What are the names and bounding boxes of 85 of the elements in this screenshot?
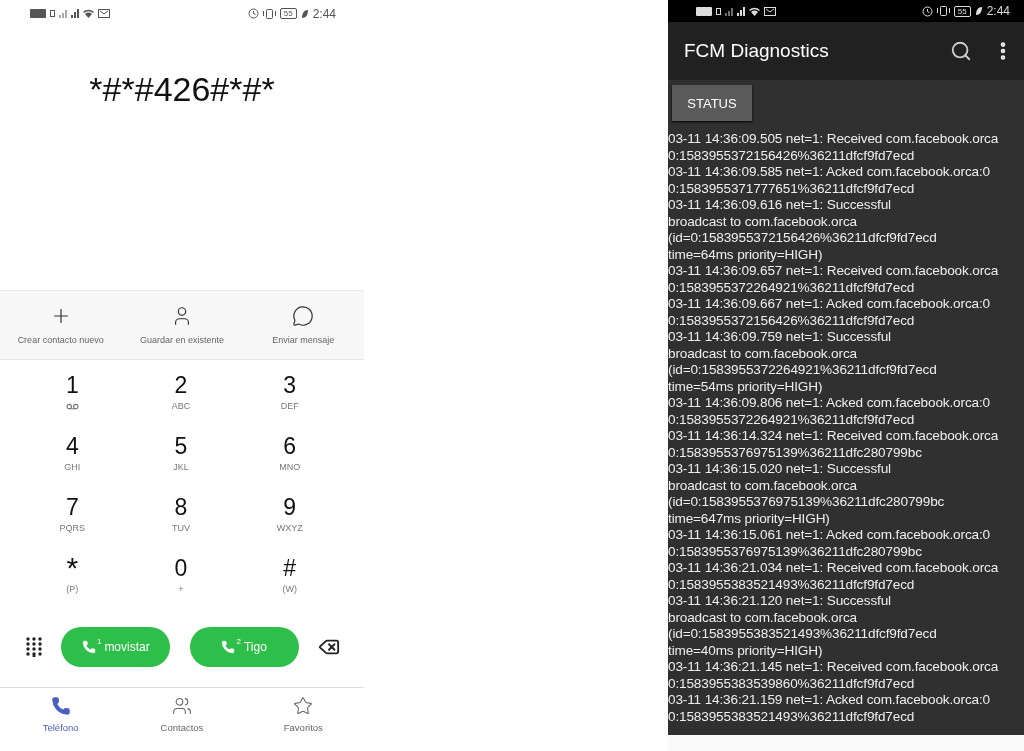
log-line: 0:1583955372264921%36211dfcf9fd7ecd xyxy=(668,411,916,428)
sim-icon xyxy=(716,7,721,15)
log-line: time=54ms priority=HIGH) xyxy=(668,378,824,395)
vibrate-icon xyxy=(262,8,276,19)
dialpad-icon[interactable] xyxy=(26,636,42,657)
alarm-icon xyxy=(247,8,259,20)
mail-icon xyxy=(98,9,110,19)
log-line: 0:1583955376975139%36211dfc280799bc xyxy=(668,444,923,461)
log-line: (id=0:1583955372156426%36211dfcf9fd7ecd xyxy=(668,230,938,247)
clock-time: 2:44 xyxy=(312,6,336,21)
dial-key[interactable]: 5 JKL xyxy=(126,429,236,491)
nav-tab[interactable]: Favoritos xyxy=(242,696,364,751)
clock-time: 2:44 xyxy=(986,4,1010,18)
battery-level: 55 xyxy=(953,5,971,17)
log-line: 03-11 14:36:09.806 net=1: Acked com.facebook.orca:0 xyxy=(668,395,991,412)
dial-key[interactable]: 6 MNO xyxy=(235,429,344,491)
battery-level: 55 xyxy=(279,8,297,20)
dialed-number: *#*#426#*#* xyxy=(89,69,275,110)
log-line: 03-11 14:36:09.585 net=1: Acked com.facebook.orca:0 xyxy=(668,164,991,181)
log-line: broadcast to com.facebook.orca xyxy=(668,345,858,362)
log-line: 03-11 14:36:21.034 net=1: Received com.facebook.orca xyxy=(668,560,1000,577)
log-line: 0:1583955372156426%36211dfcf9fd7ecd xyxy=(668,147,916,164)
log-line: 03-11 14:36:09.667 net=1: Acked com.facebook.orca:0 xyxy=(668,296,991,313)
log-line: 03-11 14:36:09.759 net=1: Successful xyxy=(668,329,892,346)
signal-icon xyxy=(59,9,67,19)
log-line: 03-11 14:36:14.324 net=1: Received com.facebook.orca xyxy=(668,428,1000,445)
log-line: 03-11 14:36:15.020 net=1: Successful xyxy=(668,461,892,478)
dial-key[interactable]: 8 TUV xyxy=(126,490,236,552)
contacts-icon xyxy=(172,696,192,716)
log-line: 0:1583955371777651%36211dfcf9fd7ecd xyxy=(668,180,916,197)
signal-icon xyxy=(71,9,79,19)
log-line: 03-11 14:36:09.616 net=1: Successful xyxy=(668,197,892,214)
log-line: 03-11 14:36:09.657 net=1: Received com.facebook.orca xyxy=(668,263,1000,280)
signal-icon xyxy=(737,6,745,16)
app-title: FCM Diagnostics xyxy=(684,40,830,62)
nav-tab[interactable]: Contactos xyxy=(121,696,243,751)
dialer-action[interactable]: Crear contacto nuevo xyxy=(0,291,122,360)
log-line: broadcast to com.facebook.orca xyxy=(668,213,858,230)
leaf-icon xyxy=(974,6,983,16)
log-line: 0:1583955376975139%36211dfc280799bc xyxy=(668,543,923,560)
dialer-action[interactable]: Enviar mensaje xyxy=(242,291,364,360)
wifi-icon xyxy=(749,6,760,16)
dial-key[interactable]: 7 PQRS xyxy=(18,490,127,552)
signal-icon xyxy=(725,6,733,16)
dialer-action[interactable]: Guardar en existente xyxy=(121,291,243,360)
log-line: broadcast to com.facebook.orca xyxy=(668,609,858,626)
nav-tab[interactable]: Teléfono xyxy=(0,696,122,751)
speech-bubble-icon xyxy=(292,305,315,328)
phone-icon xyxy=(50,696,71,716)
dial-key[interactable]: 4 GHI xyxy=(18,429,127,491)
vibrate-icon xyxy=(936,6,950,16)
phone-icon xyxy=(221,639,236,654)
log-line: (id=0:1583955372264921%36211dfcf9fd7ecd xyxy=(668,362,938,379)
log-line: 0:1583955383521493%36211dfcf9fd7ecd xyxy=(668,576,916,593)
log-line: 03-11 14:36:09.505 net=1: Received com.facebook.orca xyxy=(668,131,1000,148)
dial-key[interactable]: * (P) xyxy=(18,551,127,613)
phone-icon xyxy=(81,639,96,654)
log-line: 03-11 14:36:21.120 net=1: Successful xyxy=(668,593,892,610)
log-line: 03-11 14:36:21.145 net=1: Received com.facebook.orca xyxy=(668,659,1000,676)
log-line: time=647ms priority=HIGH) xyxy=(668,510,831,527)
log-line: time=64ms priority=HIGH) xyxy=(668,246,824,263)
sim-icon xyxy=(50,10,55,18)
search-icon[interactable] xyxy=(950,40,972,62)
log-line: 03-11 14:36:21.159 net=1: Acked com.facebook.orca:0 xyxy=(668,692,991,709)
log-line: 03-11 14:36:15.061 net=1: Acked com.facebook.orca:0 xyxy=(668,527,991,544)
dial-key[interactable]: 9 WXYZ xyxy=(235,490,344,552)
log-line: (id=0:1583955376975139%36211dfc280799bc xyxy=(668,494,946,511)
mail-icon xyxy=(764,6,776,16)
dial-key[interactable]: 3 DEF xyxy=(235,368,344,430)
leaf-icon xyxy=(300,8,309,19)
dial-key[interactable]: # (W) xyxy=(235,551,344,613)
log-line: 0:1583955383539860%36211dfcf9fd7ecd xyxy=(668,675,916,692)
star-icon xyxy=(293,696,314,716)
dial-key[interactable]: 2 ABC xyxy=(126,368,236,430)
status-button[interactable]: STATUS xyxy=(672,85,752,121)
dial-key[interactable]: 0 + xyxy=(126,551,236,613)
log-line: 0:1583955372264921%36211dfcf9fd7ecd xyxy=(668,279,916,296)
log-line: (id=0:1583955383521493%36211dfcf9fd7ecd xyxy=(668,626,938,643)
dial-key[interactable]: 1 xyxy=(18,368,127,430)
alarm-icon xyxy=(921,5,933,17)
log-line: broadcast to com.facebook.orca xyxy=(668,477,858,494)
log-line: time=40ms priority=HIGH) xyxy=(668,642,824,659)
log-line: 0:1583955383521493%36211dfcf9fd7ecd xyxy=(668,708,916,725)
log-line: 0:1583955372156426%36211dfcf9fd7ecd xyxy=(668,312,916,329)
wifi-icon xyxy=(83,9,94,19)
